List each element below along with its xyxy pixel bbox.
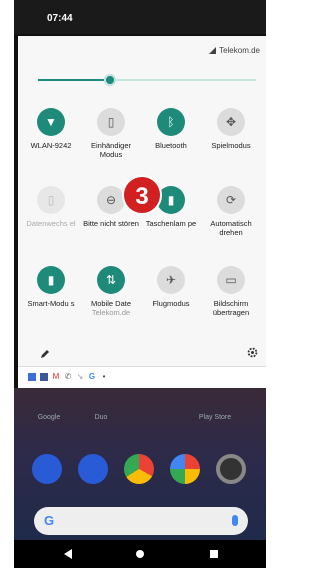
photos-app-icon[interactable] xyxy=(170,454,200,484)
phone-call-icon: ✆ xyxy=(64,372,72,381)
step-number-badge: 3 xyxy=(122,175,162,215)
status-time: 07:44 xyxy=(47,13,73,24)
edit-icon[interactable] xyxy=(40,346,50,364)
camera-app-icon[interactable] xyxy=(216,454,246,484)
gamepad-icon: ✥ xyxy=(217,108,245,136)
google-search-bar[interactable]: G xyxy=(34,507,248,535)
facebook-icon xyxy=(40,373,48,381)
tile-adaptive-mode[interactable]: ▯ Einhändiger Modus xyxy=(80,108,142,159)
battery-icon: ▮ xyxy=(37,266,65,294)
brightness-thumb[interactable] xyxy=(104,74,116,86)
google-icon: G xyxy=(88,372,96,381)
tile-bluetooth[interactable]: ᛒ Bluetooth xyxy=(140,108,202,150)
app-label-play-store[interactable]: Play Store xyxy=(190,414,240,421)
wifi-icon: ▼ xyxy=(37,108,65,136)
tile-label: Datenwechs el xyxy=(26,219,76,228)
status-bar: 07:44 xyxy=(14,0,266,34)
settings-gear-icon[interactable] xyxy=(247,345,258,363)
one-handed-icon: ▯ xyxy=(97,108,125,136)
tile-data-saver[interactable]: ▯ Datenwechs el xyxy=(20,186,82,228)
tile-game-mode[interactable]: ✥ Spielmodus xyxy=(200,108,262,150)
recents-button[interactable] xyxy=(210,550,218,558)
microphone-icon[interactable] xyxy=(232,515,238,526)
missed-call-icon: ↘ xyxy=(76,372,84,381)
tile-label: Bluetooth xyxy=(155,141,187,150)
tile-label: Bildschirm übertragen xyxy=(212,299,250,317)
tile-label: Smart-Modu s xyxy=(27,299,75,308)
google-logo-icon: G xyxy=(44,513,55,528)
home-button[interactable] xyxy=(136,550,144,558)
tile-label: Automatisch drehen xyxy=(210,219,252,237)
brightness-track-filled xyxy=(38,79,110,81)
notification-icons-strip: M ✆ ↘ G • xyxy=(18,366,266,388)
app-label-duo[interactable]: Duo xyxy=(76,414,126,421)
data-arrows-icon: ⇅ xyxy=(97,266,125,294)
carrier-name: Telekom.de xyxy=(219,46,260,55)
tile-mobile-data[interactable]: ⇅ Mobile Date Telekom.de xyxy=(80,266,142,317)
more-dot-icon: • xyxy=(102,372,106,381)
tile-label: Bitte nicht stören xyxy=(83,219,139,228)
brightness-track-empty xyxy=(116,79,256,81)
tile-airplane-mode[interactable]: ✈ Flugmodus xyxy=(140,266,202,308)
tile-label: WLAN-9242 xyxy=(30,141,72,150)
phone-app-icon[interactable] xyxy=(32,454,62,484)
message-icon xyxy=(28,373,36,381)
gmail-icon: M xyxy=(52,372,60,381)
tile-sublabel: Telekom.de xyxy=(91,308,131,317)
tile-label: Einhändiger Modus xyxy=(90,141,132,159)
tile-wifi[interactable]: ▼ WLAN-9242 xyxy=(20,108,82,150)
tile-smart-mode[interactable]: ▮ Smart-Modu s xyxy=(20,266,82,308)
signal-icon xyxy=(209,47,217,54)
tile-label: Flugmodus xyxy=(152,299,190,308)
phone-screen: 07:44 Telekom.de ▼ WLAN-9242 ▯ Einhändiger … xyxy=(14,0,266,568)
cast-icon: ▭ xyxy=(217,266,245,294)
data-switch-icon: ▯ xyxy=(37,186,65,214)
navigation-bar xyxy=(14,540,266,568)
carrier-label: Telekom.de xyxy=(209,46,260,55)
app-label-google[interactable]: Google xyxy=(24,414,74,421)
chrome-app-icon[interactable] xyxy=(124,454,154,484)
tile-screen-cast[interactable]: ▭ Bildschirm übertragen xyxy=(200,266,262,317)
home-screen: Google Duo Play Store G xyxy=(14,388,266,540)
tile-label: Spielmodus xyxy=(211,141,251,150)
messages-app-icon[interactable] xyxy=(78,454,108,484)
rotate-icon: ⟳ xyxy=(217,186,245,214)
tile-label: Taschenlam pe xyxy=(145,219,197,228)
bluetooth-icon: ᛒ xyxy=(157,108,185,136)
brightness-slider[interactable] xyxy=(38,73,256,87)
dnd-icon: ⊖ xyxy=(97,186,125,214)
back-button[interactable] xyxy=(64,549,72,559)
airplane-icon: ✈ xyxy=(157,266,185,294)
tile-label: Mobile Date xyxy=(90,299,132,308)
tile-auto-rotate[interactable]: ⟳ Automatisch drehen xyxy=(200,186,262,237)
